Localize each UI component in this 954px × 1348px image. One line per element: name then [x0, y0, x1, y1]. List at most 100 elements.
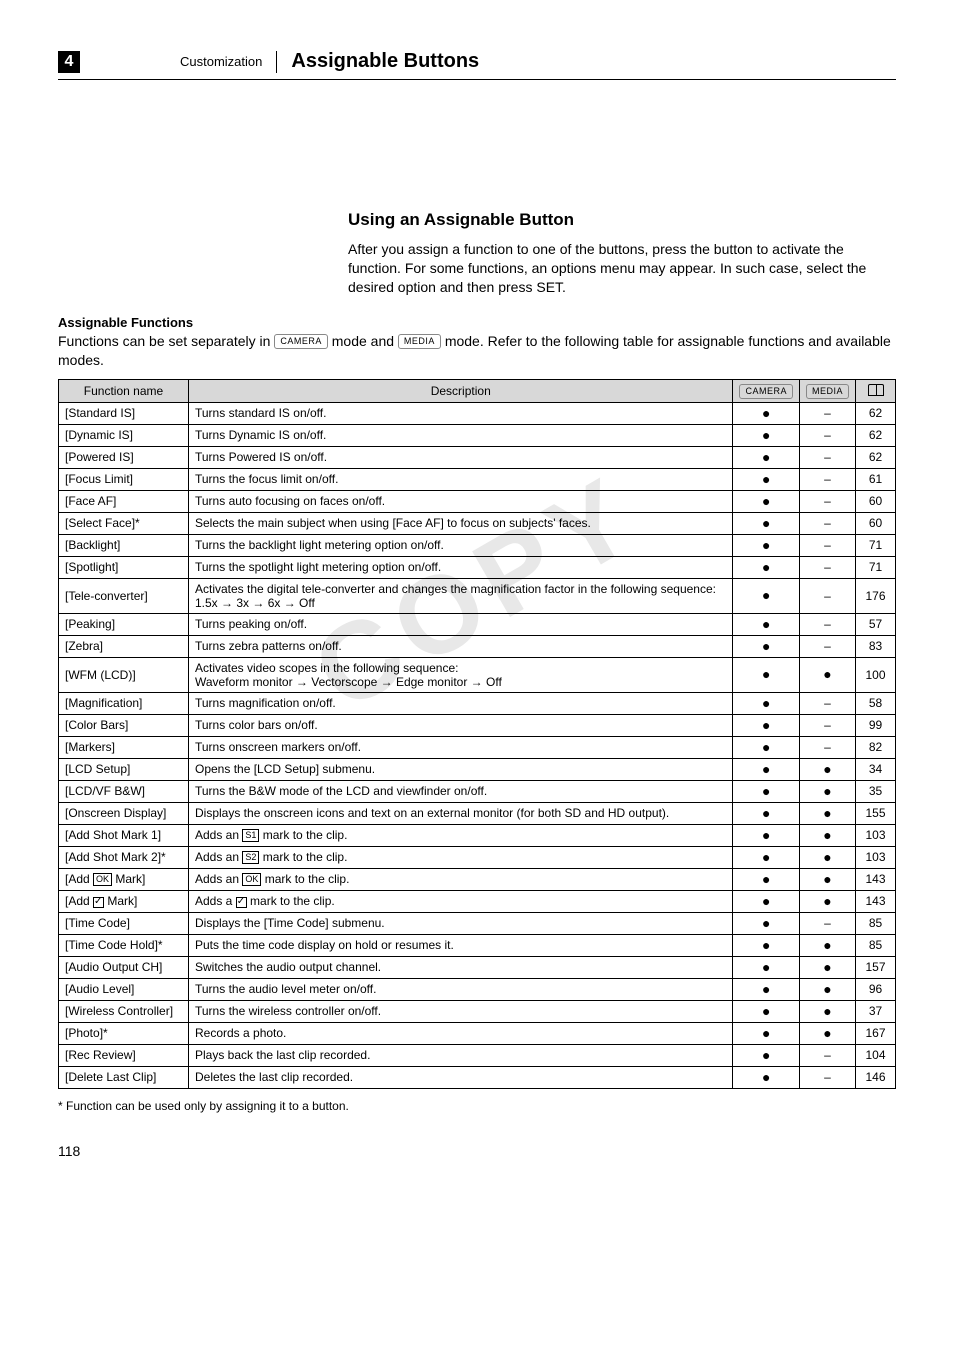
- cell-description: Selects the main subject when using [Fac…: [189, 512, 733, 534]
- cell-description: Turns auto focusing on faces on/off.: [189, 490, 733, 512]
- desc-mid: mode and: [328, 333, 398, 349]
- cell-page-ref: 62: [856, 446, 896, 468]
- cell-function-name: [Time Code]: [59, 912, 189, 934]
- cell-media: ●: [799, 802, 855, 824]
- cell-page-ref: 83: [856, 635, 896, 657]
- table-row: [Rec Review]Plays back the last clip rec…: [59, 1044, 896, 1066]
- cell-camera: ●: [733, 890, 800, 912]
- cell-page-ref: 100: [856, 657, 896, 692]
- cell-page-ref: 103: [856, 846, 896, 868]
- cell-camera: ●: [733, 934, 800, 956]
- cell-page-ref: 146: [856, 1066, 896, 1088]
- cell-media: –: [799, 578, 855, 613]
- cell-media: –: [799, 490, 855, 512]
- cell-description: Turns color bars on/off.: [189, 714, 733, 736]
- cell-function-name: [Add Shot Mark 1]: [59, 824, 189, 846]
- cell-description: Adds an S1 mark to the clip.: [189, 824, 733, 846]
- cell-page-ref: 58: [856, 692, 896, 714]
- cell-camera: ●: [733, 1066, 800, 1088]
- cell-function-name: [Focus Limit]: [59, 468, 189, 490]
- table-row: [Wireless Controller]Turns the wireless …: [59, 1000, 896, 1022]
- cell-camera: ●: [733, 512, 800, 534]
- cell-description: Activates the digital tele-converter and…: [189, 578, 733, 613]
- cell-camera: ●: [733, 802, 800, 824]
- cell-description: Turns the wireless controller on/off.: [189, 1000, 733, 1022]
- table-row: [Color Bars]Turns color bars on/off.●–99: [59, 714, 896, 736]
- cell-camera: ●: [733, 846, 800, 868]
- cell-function-name: [WFM (LCD)]: [59, 657, 189, 692]
- cell-camera: ●: [733, 1044, 800, 1066]
- cell-page-ref: 99: [856, 714, 896, 736]
- cell-function-name: [Spotlight]: [59, 556, 189, 578]
- cell-description: Switches the audio output channel.: [189, 956, 733, 978]
- cell-camera: ●: [733, 1022, 800, 1044]
- camera-mode-pill: CAMERA: [274, 334, 328, 349]
- cell-camera: ●: [733, 956, 800, 978]
- cell-description: Deletes the last clip recorded.: [189, 1066, 733, 1088]
- cell-description: Turns the backlight light metering optio…: [189, 534, 733, 556]
- cell-description: Displays the [Time Code] submenu.: [189, 912, 733, 934]
- table-row: [Powered IS]Turns Powered IS on/off.●–62: [59, 446, 896, 468]
- cell-function-name: [Photo]*: [59, 1022, 189, 1044]
- cell-media: –: [799, 692, 855, 714]
- cell-function-name: [Standard IS]: [59, 402, 189, 424]
- cell-function-name: [Add Shot Mark 2]*: [59, 846, 189, 868]
- functions-table: Function name Description CAMERA MEDIA […: [58, 379, 896, 1088]
- cell-media: ●: [799, 934, 855, 956]
- cell-page-ref: 60: [856, 512, 896, 534]
- table-row: [Dynamic IS]Turns Dynamic IS on/off.●–62: [59, 424, 896, 446]
- cell-media: ●: [799, 890, 855, 912]
- cell-description: Turns standard IS on/off.: [189, 402, 733, 424]
- cell-page-ref: 61: [856, 468, 896, 490]
- cell-function-name: [Tele-converter]: [59, 578, 189, 613]
- cell-function-name: [Add OK Mark]: [59, 868, 189, 890]
- cell-page-ref: 71: [856, 556, 896, 578]
- cell-page-ref: 37: [856, 1000, 896, 1022]
- cell-camera: ●: [733, 534, 800, 556]
- cell-description: Plays back the last clip recorded.: [189, 1044, 733, 1066]
- cell-media: ●: [799, 657, 855, 692]
- cell-description: Adds an S2 mark to the clip.: [189, 846, 733, 868]
- table-row: [Add OK Mark]Adds an OK mark to the clip…: [59, 868, 896, 890]
- cell-camera: ●: [733, 1000, 800, 1022]
- cell-page-ref: 157: [856, 956, 896, 978]
- cell-function-name: [Audio Output CH]: [59, 956, 189, 978]
- table-row: [Backlight]Turns the backlight light met…: [59, 534, 896, 556]
- col-function-name: Function name: [59, 380, 189, 402]
- table-row: [Add Shot Mark 1]Adds an S1 mark to the …: [59, 824, 896, 846]
- cell-function-name: [Select Face]*: [59, 512, 189, 534]
- cell-description: Displays the onscreen icons and text on …: [189, 802, 733, 824]
- cell-page-ref: 71: [856, 534, 896, 556]
- cell-function-name: [Dynamic IS]: [59, 424, 189, 446]
- table-row: [Audio Level]Turns the audio level meter…: [59, 978, 896, 1000]
- cell-camera: ●: [733, 578, 800, 613]
- cell-camera: ●: [733, 613, 800, 635]
- cell-description: Turns the audio level meter on/off.: [189, 978, 733, 1000]
- cell-media: –: [799, 446, 855, 468]
- cell-description: Turns the spotlight light metering optio…: [189, 556, 733, 578]
- cell-camera: ●: [733, 780, 800, 802]
- cell-camera: ●: [733, 657, 800, 692]
- cell-description: Activates video scopes in the following …: [189, 657, 733, 692]
- camera-pill-header: CAMERA: [739, 384, 793, 399]
- cell-description: Opens the [LCD Setup] submenu.: [189, 758, 733, 780]
- cell-camera: ●: [733, 556, 800, 578]
- cell-camera: ●: [733, 978, 800, 1000]
- cell-media: –: [799, 912, 855, 934]
- cell-media: –: [799, 1044, 855, 1066]
- page-number: 118: [58, 1143, 896, 1159]
- table-row: [LCD Setup]Opens the [LCD Setup] submenu…: [59, 758, 896, 780]
- cell-camera: ●: [733, 736, 800, 758]
- cell-media: ●: [799, 1000, 855, 1022]
- cell-camera: ●: [733, 714, 800, 736]
- cell-description: Turns magnification on/off.: [189, 692, 733, 714]
- table-row: [Add Shot Mark 2]*Adds an S2 mark to the…: [59, 846, 896, 868]
- cell-description: Turns Powered IS on/off.: [189, 446, 733, 468]
- table-row: [WFM (LCD)]Activates video scopes in the…: [59, 657, 896, 692]
- table-row: [Zebra]Turns zebra patterns on/off.●–83: [59, 635, 896, 657]
- table-row: [Tele-converter]Activates the digital te…: [59, 578, 896, 613]
- cell-function-name: [Wireless Controller]: [59, 1000, 189, 1022]
- cell-media: –: [799, 1066, 855, 1088]
- cell-function-name: [Magnification]: [59, 692, 189, 714]
- cell-camera: ●: [733, 692, 800, 714]
